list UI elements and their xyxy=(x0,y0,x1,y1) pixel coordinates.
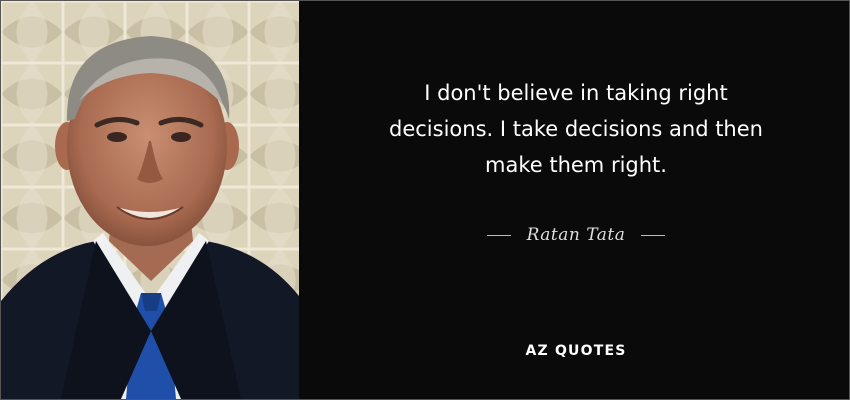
author-right-dash xyxy=(641,234,666,236)
author-attribution: Ratan Tata xyxy=(331,225,821,245)
quote-card: I don't believe in taking right decision… xyxy=(0,0,850,400)
portrait-photo xyxy=(1,1,299,399)
quote-line: make them right. xyxy=(485,153,667,177)
author-left-dash xyxy=(486,234,511,236)
portrait-illustration xyxy=(1,1,299,399)
quote-line: I don't believe in taking right xyxy=(424,81,728,105)
quote-text: I don't believe in taking right decision… xyxy=(331,75,821,183)
azquotes-logo: AZ QUOTES xyxy=(525,343,627,359)
quote-line: decisions. I take decisions and then xyxy=(389,117,763,141)
author-name[interactable]: Ratan Tata xyxy=(527,225,626,245)
